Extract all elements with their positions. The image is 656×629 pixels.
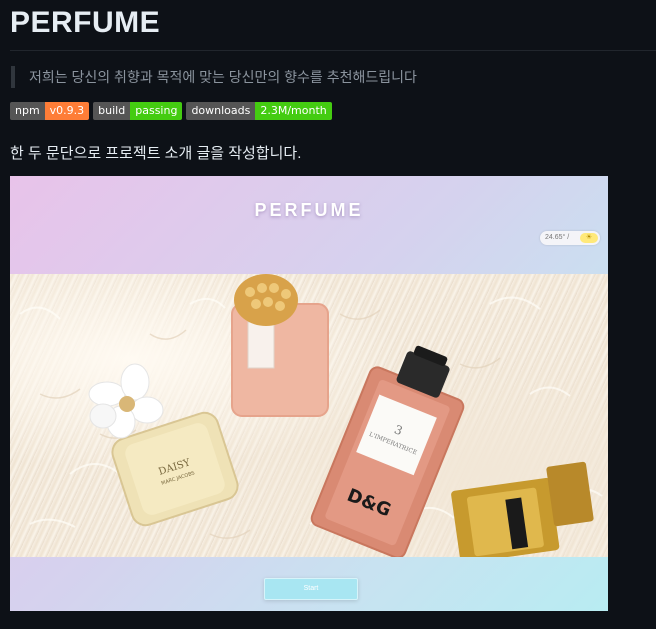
- badge-key: build: [93, 102, 131, 120]
- intro-paragraph: 한 두 문단으로 프로젝트 소개 글을 작성합니다.: [10, 145, 302, 162]
- daisy-bottle: DAISY MARC JACOBS: [88, 363, 239, 527]
- toggle-label: 24.65° /: [545, 234, 570, 241]
- sun-icon: ☀: [580, 233, 598, 243]
- badge-value: v0.9.3: [44, 102, 90, 120]
- badge-value: passing: [130, 102, 183, 120]
- build-badge[interactable]: build passing: [93, 102, 183, 120]
- app-title: PERFUME: [254, 200, 364, 220]
- badge-value: 2.3M/month: [255, 102, 332, 120]
- title-divider: [10, 50, 656, 51]
- pink-bottle: [231, 274, 329, 417]
- downloads-badge[interactable]: downloads 2.3M/month: [186, 102, 332, 120]
- tagline-text: 저희는 당신의 취향과 목적에 맞는 당신만의 향수를 추천해드립니다: [29, 69, 417, 85]
- gold-bottle: [451, 461, 594, 564]
- app-preview-screenshot: PERFUME 24.65° / ☀ DAISY MARC JACOBS 3 L…: [10, 176, 608, 611]
- start-button[interactable]: Start: [264, 578, 358, 600]
- npm-badge[interactable]: npm v0.9.3: [10, 102, 90, 120]
- dg-bottle: 3 L'IMPERATRICE D&G: [310, 345, 465, 559]
- badge-row: npm v0.9.3 build passing downloads 2.3M/…: [10, 102, 332, 120]
- theme-toggle[interactable]: 24.65° / ☀: [540, 231, 600, 245]
- hero-photo: DAISY MARC JACOBS 3 L'IMPERATRICE D&G: [10, 274, 608, 564]
- badge-key: downloads: [186, 102, 256, 120]
- perfume-bottles-illustration: DAISY MARC JACOBS 3 L'IMPERATRICE D&G: [19, 274, 603, 564]
- tagline-blockquote: 저희는 당신의 취향과 목적에 맞는 당신만의 향수를 추천해드립니다: [11, 66, 417, 88]
- badge-key: npm: [10, 102, 45, 120]
- readme-title: PERFUME: [10, 6, 161, 39]
